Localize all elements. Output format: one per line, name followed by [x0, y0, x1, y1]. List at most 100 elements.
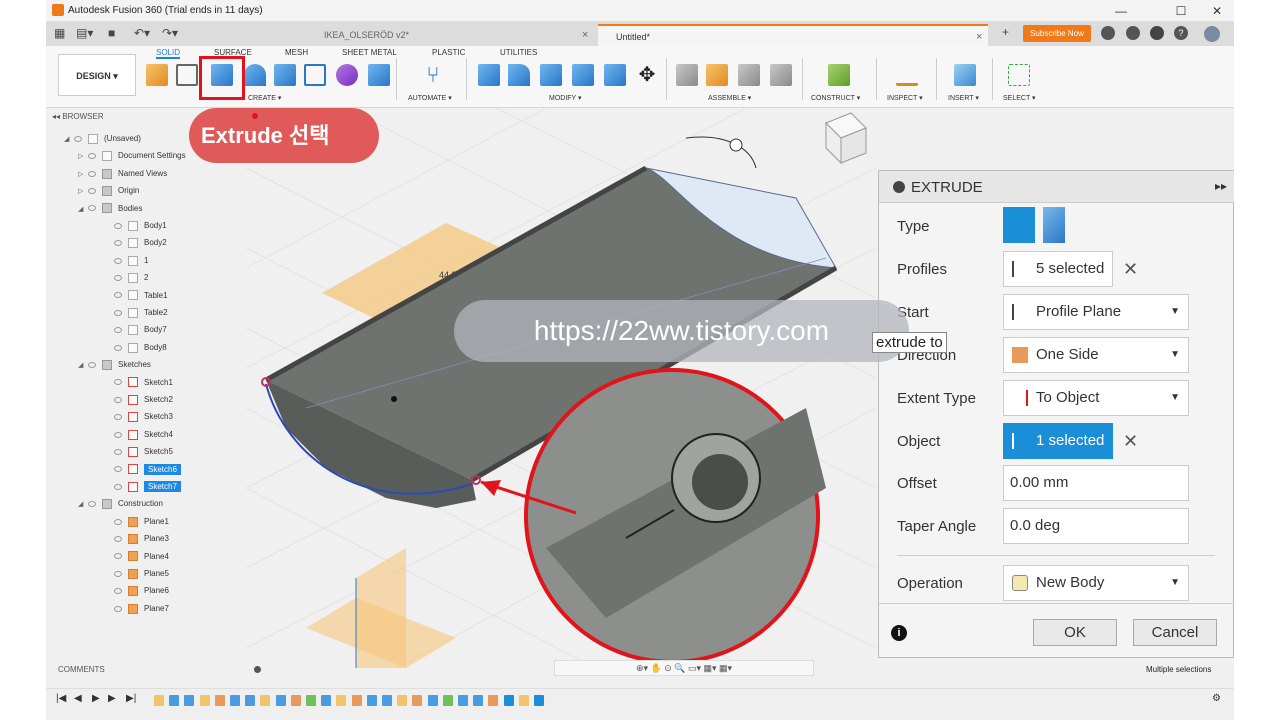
offset-input[interactable]: 0.00 mm [1003, 465, 1189, 501]
browser-item-sketch5[interactable]: Sketch5 [104, 445, 173, 459]
close-window-button[interactable]: ✕ [1202, 2, 1232, 20]
timeline-start-icon[interactable]: |◀ [56, 693, 66, 704]
tab-plastic[interactable]: PLASTIC [432, 48, 465, 57]
timeline-feature-icon[interactable] [275, 695, 286, 706]
visibility-eye-icon[interactable] [88, 170, 96, 177]
cancel-button[interactable]: Cancel [1133, 619, 1217, 646]
timeline-feature-icon[interactable] [473, 695, 484, 706]
info-icon[interactable]: i [891, 625, 907, 641]
visibility-eye-icon[interactable] [88, 153, 96, 160]
insert-image-icon[interactable] [954, 64, 976, 86]
expand-toggle-icon[interactable]: ▷ [78, 168, 88, 182]
timeline-feature-icon[interactable] [336, 695, 347, 706]
comments-panel-header[interactable]: COMMENTS [58, 665, 105, 674]
visibility-eye-icon[interactable] [114, 466, 122, 473]
browser-item-sketch7[interactable]: Sketch7 [104, 480, 181, 494]
timeline-feature-icon[interactable] [214, 695, 225, 706]
job-status-icon[interactable] [1126, 26, 1140, 40]
help-icon[interactable]: ? [1174, 26, 1188, 40]
timeline-feature-icon[interactable] [503, 695, 514, 706]
tab-ikea-olserod[interactable]: IKEA_OLSERÖD v2* × [306, 24, 596, 46]
timeline-feature-icon[interactable] [245, 695, 256, 706]
collapse-icon[interactable] [893, 181, 905, 193]
visibility-eye-icon[interactable] [74, 135, 82, 142]
timeline-end-icon[interactable]: ▶| [126, 693, 136, 704]
visibility-eye-icon[interactable] [114, 431, 122, 438]
type-extrude-icon[interactable] [1003, 207, 1035, 243]
visibility-eye-icon[interactable] [114, 414, 122, 421]
profiles-selector[interactable]: 5 selected [1003, 251, 1113, 287]
sketch-point[interactable] [391, 396, 397, 402]
visibility-eye-icon[interactable] [114, 275, 122, 282]
type-thin-extrude-icon[interactable] [1043, 207, 1065, 243]
tab-sheet-metal[interactable]: SHEET METAL [342, 48, 397, 57]
save-icon[interactable]: ■ [108, 26, 115, 40]
expand-icon[interactable]: ▸▸ [1215, 179, 1227, 193]
browser-item-sketch1[interactable]: Sketch1 [104, 376, 173, 390]
insert-group-label[interactable]: INSERT ▾ [948, 94, 979, 102]
browser-item-sketch3[interactable]: Sketch3 [104, 410, 173, 424]
tab-mesh[interactable]: MESH [285, 48, 308, 57]
visibility-eye-icon[interactable] [114, 483, 122, 490]
browser-item-body1[interactable]: Body1 [104, 219, 167, 233]
press-pull-icon[interactable] [478, 64, 500, 86]
expand-toggle-icon[interactable]: ▷ [78, 150, 88, 164]
shell-icon[interactable] [572, 64, 594, 86]
timeline-feature-icon[interactable] [382, 695, 392, 706]
taper-angle-input[interactable]: 0.0 deg [1003, 508, 1189, 544]
new-component-icon[interactable] [146, 64, 168, 86]
timeline-feature-icon[interactable] [351, 695, 362, 706]
browser-item-plane7[interactable]: Plane7 [104, 602, 169, 616]
browser-item-table2[interactable]: Table2 [104, 306, 168, 320]
measure-icon[interactable] [896, 64, 918, 86]
tab-close-icon[interactable]: × [582, 24, 588, 46]
visibility-eye-icon[interactable] [114, 344, 122, 351]
extent-type-dropdown[interactable]: To Object ▼ [1003, 380, 1189, 416]
expand-toggle-icon[interactable]: ◢ [78, 498, 88, 512]
visibility-eye-icon[interactable] [114, 605, 122, 612]
visibility-eye-icon[interactable] [114, 396, 122, 403]
timeline-feature-icon[interactable] [458, 695, 468, 706]
clear-object-button[interactable]: ✕ [1123, 431, 1138, 452]
visibility-eye-icon[interactable] [114, 309, 122, 316]
timeline-play-icon[interactable]: ▶ [92, 693, 100, 704]
timeline-feature-icon[interactable] [488, 695, 499, 706]
ok-button[interactable]: OK [1033, 619, 1117, 646]
timeline-feature-icon[interactable] [230, 695, 240, 706]
visibility-eye-icon[interactable] [114, 240, 122, 247]
timeline-feature-icon[interactable] [321, 695, 332, 706]
select-icon[interactable] [1008, 64, 1030, 86]
assemble-group-label[interactable]: ASSEMBLE ▾ [708, 94, 751, 102]
timeline-feature-icon[interactable] [366, 695, 377, 706]
timeline-feature-icon[interactable] [306, 695, 316, 706]
operation-dropdown[interactable]: New Body ▼ [1003, 565, 1189, 601]
new-component-assemble-icon[interactable] [706, 64, 728, 86]
automate-icon[interactable]: ⑂ [422, 64, 444, 86]
notifications-icon[interactable] [1150, 26, 1164, 40]
visibility-eye-icon[interactable] [114, 292, 122, 299]
redo-icon[interactable]: ↷▾ [162, 26, 178, 40]
visibility-eye-icon[interactable] [114, 327, 122, 334]
create-sketch-icon[interactable] [176, 64, 198, 86]
start-dropdown[interactable]: Profile Plane ▼ [1003, 294, 1189, 330]
3d-viewport[interactable]: 44.30 [245, 107, 877, 676]
browser-item-plane6[interactable]: Plane6 [104, 584, 169, 598]
offset-plane-icon[interactable] [828, 64, 850, 86]
object-selector[interactable]: 1 selected [1003, 423, 1113, 459]
visibility-eye-icon[interactable] [114, 570, 122, 577]
expand-toggle-icon[interactable]: ◢ [78, 203, 88, 217]
extensions-icon[interactable] [1101, 26, 1115, 40]
timeline-feature-icon[interactable] [534, 695, 544, 706]
visibility-eye-icon[interactable] [114, 536, 122, 543]
tab-solid[interactable]: SOLID [156, 48, 181, 59]
browser-item-body2[interactable]: Body2 [104, 236, 167, 250]
revolve-icon[interactable] [244, 64, 266, 86]
grid-menu-icon[interactable]: ▦ [54, 26, 65, 40]
timeline-feature-icon[interactable] [154, 695, 164, 706]
subscribe-button[interactable]: Subscribe Now [1023, 25, 1091, 42]
avatar[interactable] [1204, 26, 1220, 42]
direction-dropdown[interactable]: One Side ▼ [1003, 337, 1189, 373]
browser-item-unsaved[interactable]: ◢ (Unsaved) [64, 132, 141, 146]
visibility-eye-icon[interactable] [88, 362, 96, 369]
visibility-eye-icon[interactable] [88, 188, 96, 195]
